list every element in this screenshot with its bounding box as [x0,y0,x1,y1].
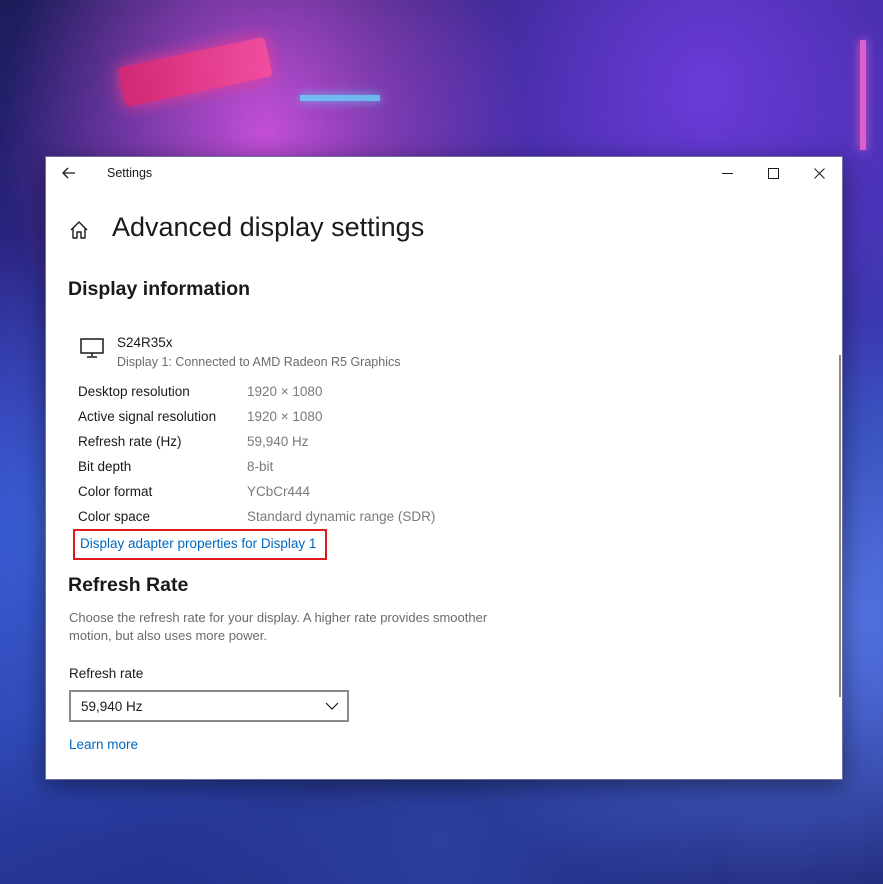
info-label: Color space [78,509,151,524]
maximize-button[interactable] [750,157,796,189]
maximize-icon [767,167,779,179]
info-label: Color format [78,484,153,499]
info-row-refresh-rate: Refresh rate (Hz) 59,940 Hz [78,434,578,454]
info-value: YCbCr444 [247,484,311,499]
page-title: Advanced display settings [112,212,425,242]
minimize-icon [721,172,733,174]
info-label: Refresh rate (Hz) [78,434,182,449]
title-bar: Settings [46,157,842,189]
monitor-name: S24R35x [117,335,173,350]
info-row-color-format: Color format YCbCr444 [78,484,578,504]
chevron-down-icon [325,702,339,710]
arrow-left-icon [62,167,75,179]
display-adapter-properties-link[interactable]: Display adapter properties for Display 1 [73,529,327,560]
info-label: Desktop resolution [78,384,190,399]
info-value: 8-bit [247,459,274,474]
display-information-heading: Display information [68,278,251,300]
info-label: Bit depth [78,459,132,474]
monitor-connection: Display 1: Connected to AMD Radeon R5 Gr… [117,355,401,369]
scrollbar[interactable] [839,355,841,697]
monitor-icon [80,337,106,359]
refresh-rate-description: Choose the refresh rate for your display… [69,610,488,643]
info-value: 1920 × 1080 [247,384,323,399]
wallpaper-neon-sign [117,36,273,108]
wallpaper-neon-bar [300,95,380,101]
info-label: Active signal resolution [78,409,217,424]
learn-more-link[interactable]: Learn more [69,737,138,752]
home-button[interactable] [68,219,90,241]
info-value: 59,940 Hz [247,434,309,449]
close-button[interactable] [796,157,842,189]
minimize-button[interactable] [704,157,750,189]
info-row-bit-depth: Bit depth 8-bit [78,459,578,479]
home-icon [70,221,88,239]
info-value: Standard dynamic range (SDR) [247,509,436,524]
refresh-rate-heading: Refresh Rate [68,574,189,596]
close-icon [813,167,825,179]
window-title: Settings [107,166,153,180]
back-button[interactable] [58,163,80,183]
info-row-color-space: Color space Standard dynamic range (SDR) [78,509,578,529]
refresh-rate-dropdown[interactable]: 59,940 Hz [69,690,349,722]
info-value: 1920 × 1080 [247,409,323,424]
info-row-active-signal-resolution: Active signal resolution 1920 × 1080 [78,409,578,429]
wallpaper-neon-bar [860,40,866,150]
refresh-rate-label: Refresh rate [69,666,144,681]
info-row-desktop-resolution: Desktop resolution 1920 × 1080 [78,384,578,404]
settings-window: Settings Advanced display settings Displ… [45,156,843,780]
refresh-rate-selected: 59,940 Hz [81,699,143,714]
